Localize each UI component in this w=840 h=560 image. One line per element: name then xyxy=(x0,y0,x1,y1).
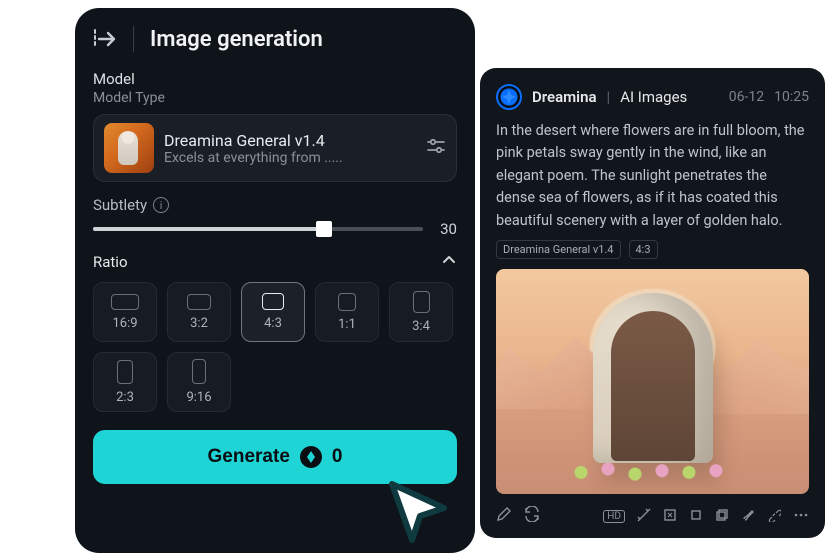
divider xyxy=(133,26,134,52)
subtlety-value: 30 xyxy=(435,220,457,238)
app-logo-icon xyxy=(496,84,522,110)
subtlety-slider[interactable]: 30 xyxy=(93,220,457,238)
ratio-chip-3-4[interactable]: 3:4 xyxy=(389,282,453,342)
crop-icon[interactable] xyxy=(689,507,703,526)
ratio-shape-icon xyxy=(338,293,356,311)
preview-tags: Dreamina General v1.4 4:3 xyxy=(496,240,809,259)
ratio-chip-label: 3:4 xyxy=(412,319,430,334)
chevron-up-icon[interactable] xyxy=(441,252,457,272)
generate-button[interactable]: Generate 0 xyxy=(93,430,457,484)
credit-count: 0 xyxy=(332,446,343,468)
credit-icon xyxy=(300,446,322,468)
ratio-chip-label: 3:2 xyxy=(190,316,208,331)
ratio-chip-16-9[interactable]: 16:9 xyxy=(93,282,157,342)
ratio-chip-label: 1:1 xyxy=(338,317,356,332)
panel-header: Image generation xyxy=(93,26,457,52)
ratio-header[interactable]: Ratio xyxy=(93,252,457,272)
preview-card: Dreamina | AI Images 06-12 10:25 In the … xyxy=(480,68,825,538)
model-sublabel: Model Type xyxy=(93,90,457,106)
ratio-grid: 16:9 3:2 4:3 1:1 3:4 2:3 9:16 xyxy=(93,282,457,412)
wand-icon[interactable] xyxy=(637,507,651,526)
ratio-chip-3-2[interactable]: 3:2 xyxy=(167,282,231,342)
generated-image[interactable] xyxy=(496,269,809,494)
hd-badge[interactable]: HD xyxy=(603,510,625,523)
slider-thumb[interactable] xyxy=(316,221,332,237)
ratio-chip-2-3[interactable]: 2:3 xyxy=(93,352,157,412)
ratio-shape-icon xyxy=(413,291,430,313)
model-name: Dreamina General v1.4 xyxy=(164,131,416,150)
edit-icon[interactable] xyxy=(496,506,512,526)
layers-icon[interactable] xyxy=(715,507,729,526)
ratio-chip-label: 4:3 xyxy=(264,316,282,331)
generation-panel: Image generation Model Model Type Dreami… xyxy=(75,8,475,553)
image-decor xyxy=(593,293,713,463)
time: 10:25 xyxy=(774,89,809,105)
image-decor xyxy=(563,452,743,486)
preview-toolbar: HD xyxy=(496,506,809,526)
regenerate-icon[interactable] xyxy=(524,506,540,526)
sliders-icon[interactable] xyxy=(426,137,446,159)
ratio-shape-icon xyxy=(187,294,211,310)
section-name: AI Images xyxy=(620,88,687,106)
date: 06-12 xyxy=(729,89,764,105)
model-desc: Excels at everything from ..... xyxy=(164,150,416,166)
ratio-chip-9-16[interactable]: 9:16 xyxy=(167,352,231,412)
model-label: Model xyxy=(93,70,457,88)
meta: 06-12 10:25 xyxy=(729,89,809,105)
ratio-chip-label: 2:3 xyxy=(116,390,134,405)
generate-label: Generate xyxy=(208,446,290,468)
subtlety-row: Subtlety i xyxy=(93,196,457,214)
model-text: Dreamina General v1.4 Excels at everythi… xyxy=(164,131,416,166)
model-thumbnail xyxy=(104,123,154,173)
slider-track[interactable] xyxy=(93,227,423,231)
cursor-icon xyxy=(386,478,458,550)
ratio-shape-icon xyxy=(192,359,206,384)
expand-icon[interactable] xyxy=(663,507,677,526)
slider-fill xyxy=(93,227,324,231)
brush-icon[interactable] xyxy=(741,507,755,526)
ratio-shape-icon xyxy=(262,293,284,310)
link-icon[interactable] xyxy=(767,507,781,526)
ratio-chip-label: 16:9 xyxy=(112,316,137,331)
preview-tag: Dreamina General v1.4 xyxy=(496,240,621,259)
panel-title: Image generation xyxy=(150,27,323,52)
ratio-shape-icon xyxy=(111,294,139,310)
prompt-text: In the desert where flowers are in full … xyxy=(496,120,809,232)
more-icon[interactable] xyxy=(793,507,809,526)
ratio-chip-4-3[interactable]: 4:3 xyxy=(241,282,305,342)
subtlety-label: Subtlety xyxy=(93,196,147,214)
app-name: Dreamina xyxy=(532,88,597,106)
ratio-chip-label: 9:16 xyxy=(186,390,211,405)
model-selector[interactable]: Dreamina General v1.4 Excels at everythi… xyxy=(93,114,457,182)
preview-header: Dreamina | AI Images 06-12 10:25 xyxy=(496,84,809,110)
preview-tag: 4:3 xyxy=(629,240,658,259)
info-icon[interactable]: i xyxy=(153,197,169,213)
separator: | xyxy=(607,88,611,106)
expand-icon[interactable] xyxy=(93,28,117,50)
ratio-chip-1-1[interactable]: 1:1 xyxy=(315,282,379,342)
ratio-label: Ratio xyxy=(93,253,128,271)
ratio-shape-icon xyxy=(117,360,133,384)
